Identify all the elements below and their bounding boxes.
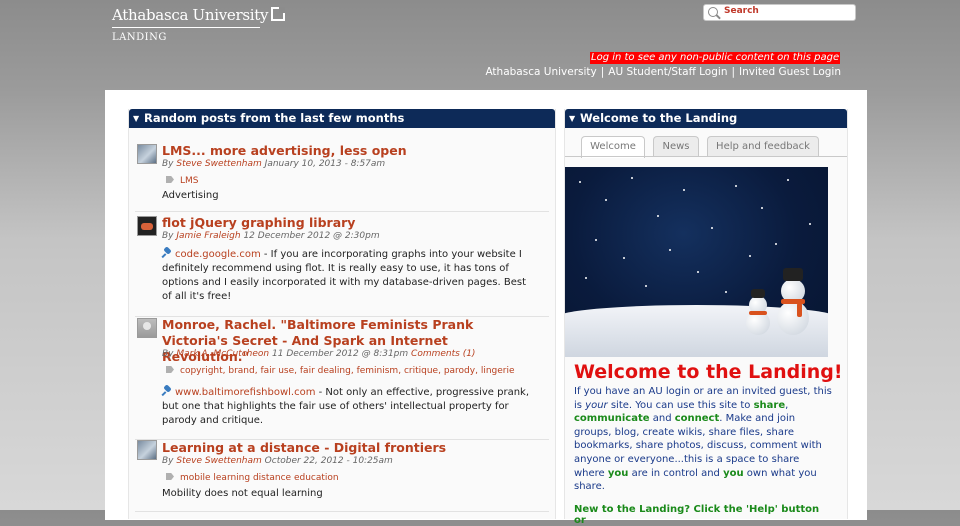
post-excerpt: Advertising <box>162 190 219 201</box>
post-tags: LMS <box>166 176 199 186</box>
keyword-you: you <box>607 467 629 479</box>
post-meta: By Mark A. McCutcheon 11 December 2012 @… <box>162 349 475 359</box>
logo-divider <box>112 27 260 28</box>
login-notice[interactable]: Log in to see any non-public content on … <box>590 52 841 64</box>
tag-link[interactable]: lingerie <box>481 366 515 376</box>
search-input[interactable]: Search <box>703 4 856 21</box>
by-label: By <box>162 159 174 169</box>
tag-link[interactable]: critique <box>404 366 438 376</box>
tag-link[interactable]: copyright <box>180 366 223 376</box>
winter-snowmen-illustration <box>565 167 828 357</box>
list-item: flot jQuery graphing library By Jamie Fr… <box>129 212 555 317</box>
intro-text: are in control and <box>628 467 724 479</box>
post-date: 11 December 2012 @ 8:31pm <box>272 349 409 359</box>
welcome-text: If you have an AU login or are an invite… <box>574 385 832 494</box>
tag-link[interactable]: LMS <box>180 176 199 186</box>
search-placeholder: Search <box>724 6 759 16</box>
tag-link[interactable]: feminism <box>357 366 399 376</box>
keyword-connect: connect <box>674 413 720 425</box>
list-item: LMS... more advertising, less open By St… <box>129 139 555 212</box>
tab-welcome[interactable]: Welcome <box>581 136 645 158</box>
panel-header[interactable]: ▼ Random posts from the last few months <box>129 109 555 128</box>
tag-link[interactable]: parody <box>444 366 475 376</box>
intro-text: and <box>649 413 675 425</box>
logo-mark-icon <box>271 7 286 21</box>
tab-help-and-feedback[interactable]: Help and feedback <box>707 136 819 156</box>
new-to-landing-text: New to the Landing? Click the 'Help' but… <box>574 504 820 526</box>
tab-bar: Welcome News Help and feedback <box>565 136 847 158</box>
post-author[interactable]: Jamie Fraleigh <box>176 231 240 241</box>
collapse-triangle-icon[interactable]: ▼ <box>569 109 575 128</box>
list-item: Monroe, Rachel. "Baltimore Feminists Pra… <box>129 317 555 440</box>
link-student-staff-login[interactable]: AU Student/Staff Login <box>608 66 727 78</box>
pin-icon <box>162 248 172 258</box>
post-title[interactable]: LMS... more advertising, less open <box>162 143 532 159</box>
post-excerpt: www.baltimorefishbowl.com - Not only an … <box>162 386 538 428</box>
site-name[interactable]: LANDING <box>112 32 167 43</box>
intro-text: , <box>785 399 789 411</box>
panel-header[interactable]: ▼ Welcome to the Landing <box>565 109 847 128</box>
post-author[interactable]: Steve Swettenham <box>176 159 261 169</box>
tag-icon <box>166 176 174 183</box>
link-athabasca-university[interactable]: Athabasca University <box>485 66 596 78</box>
post-excerpt: code.google.com - If you are incorporati… <box>162 248 538 304</box>
post-title[interactable]: flot jQuery graphing library <box>162 215 532 231</box>
tag-icon <box>166 473 174 480</box>
site-logo[interactable]: Athabasca University <box>112 6 286 24</box>
comments-link[interactable]: Comments (1) <box>411 349 475 359</box>
avatar[interactable] <box>137 144 157 164</box>
avatar[interactable] <box>137 440 157 460</box>
bookmark-link[interactable]: www.baltimorefishbowl.com <box>175 387 315 398</box>
random-posts-panel: ▼ Random posts from the last few months … <box>128 109 556 519</box>
panel-title: Welcome to the Landing <box>580 111 738 125</box>
post-excerpt: Mobility does not equal learning <box>162 488 323 499</box>
list-item: Learning at a distance - Digital frontie… <box>129 440 555 512</box>
post-meta: By Steve Swettenham January 10, 2013 - 8… <box>162 159 385 169</box>
post-meta: By Steve Swettenham October 22, 2012 - 1… <box>162 456 393 466</box>
tag-link[interactable]: fair use <box>260 366 294 376</box>
keyword-communicate: communicate <box>574 413 650 425</box>
tag-link[interactable]: brand <box>228 366 254 376</box>
intro-emphasis: your <box>585 399 608 411</box>
post-title[interactable]: Learning at a distance - Digital frontie… <box>162 440 532 456</box>
tag-link[interactable]: fair dealing <box>300 366 351 376</box>
top-links: Athabasca University | AU Student/Staff Lo… <box>485 66 841 78</box>
post-author[interactable]: Steve Swettenham <box>176 456 261 466</box>
collapse-triangle-icon[interactable]: ▼ <box>133 109 139 128</box>
avatar[interactable] <box>137 318 157 338</box>
by-label: By <box>162 349 174 359</box>
welcome-heading: Welcome to the Landing! <box>574 361 843 383</box>
tab-divider <box>565 156 847 157</box>
panel-title: Random posts from the last few months <box>144 111 405 125</box>
by-label: By <box>162 456 174 466</box>
link-invited-guest-login[interactable]: Invited Guest Login <box>739 66 841 78</box>
welcome-panel: ▼ Welcome to the Landing Welcome News He… <box>564 109 848 526</box>
intro-text: site. You can use this site to <box>607 399 754 411</box>
snowman-small <box>743 287 773 337</box>
snowman-large <box>773 265 813 337</box>
tag-icon <box>166 366 174 373</box>
logo-text: Athabasca University <box>112 6 269 24</box>
post-date: 12 December 2012 @ 2:30pm <box>243 231 380 241</box>
tab-news[interactable]: News <box>653 136 699 156</box>
pin-icon <box>162 386 172 396</box>
keyword-you: you <box>723 467 744 479</box>
post-date: January 10, 2013 - 8:57am <box>264 159 386 169</box>
by-label: By <box>162 231 174 241</box>
post-author[interactable]: Mark A. McCutcheon <box>176 349 269 359</box>
bookmark-link[interactable]: code.google.com <box>175 249 261 260</box>
avatar[interactable] <box>137 216 157 236</box>
divider <box>135 511 549 512</box>
post-tags: mobile learning distance education <box>166 473 339 483</box>
tag-link[interactable]: mobile learning distance education <box>180 473 339 483</box>
keyword-share: share <box>753 399 786 411</box>
post-meta: By Jamie Fraleigh 12 December 2012 @ 2:3… <box>162 231 380 241</box>
post-date: October 22, 2012 - 10:25am <box>264 456 393 466</box>
search-icon <box>708 7 718 17</box>
post-tags: copyright, brand, fair use, fair dealing… <box>166 366 515 376</box>
